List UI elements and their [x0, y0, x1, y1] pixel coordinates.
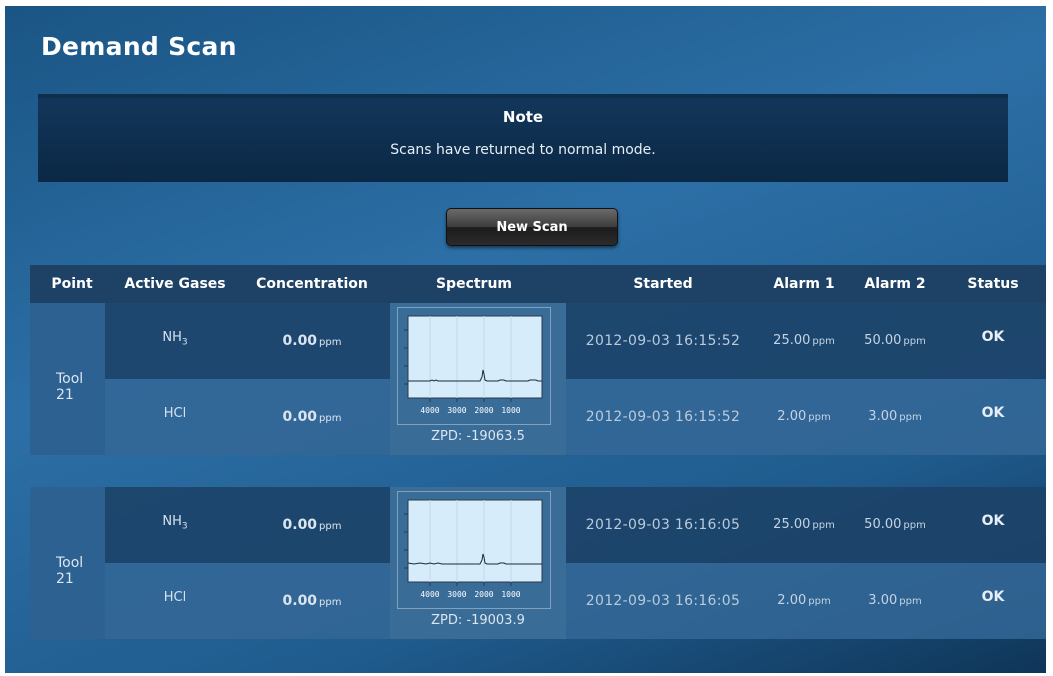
alarm-2-cell: 3.00 ppm — [868, 409, 922, 424]
status-cell: OK — [981, 589, 1005, 605]
point-label: Tool 21 — [56, 371, 84, 403]
zpd-label: ZPD: -19063.5 — [431, 429, 525, 444]
spectrum-tick-label: 3000 — [447, 406, 466, 415]
spectrum-tick-label: 4000 — [420, 590, 439, 599]
spectrum-cell[interactable]: 4000 3000 2000 1000 ZPD: -19003.9 — [390, 487, 566, 639]
column-header-active-gases: Active Gases — [124, 276, 226, 292]
spectrum-tick-label: 3000 — [447, 590, 466, 599]
column-header-alarm-1: Alarm 1 — [773, 276, 835, 292]
alarm-2-cell: 50.00 ppm — [864, 333, 926, 348]
started-cell: 2012-09-03 16:15:52 — [585, 409, 741, 425]
alarm-2-cell: 50.00 ppm — [864, 517, 926, 532]
started-cell: 2012-09-03 16:16:05 — [585, 593, 741, 609]
spectrum-tick-label: 1000 — [501, 406, 520, 415]
concentration-cell: 0.00 ppm — [282, 409, 342, 425]
started-cell: 2012-09-03 16:15:52 — [585, 333, 741, 349]
scan-group: NH3 0.00 ppm 2012-09-03 16:16:05 25.00 ppm… — [30, 487, 1046, 639]
column-header-status: Status — [967, 276, 1019, 292]
spectrum-plot: 4000 3000 2000 1000 — [404, 499, 543, 599]
spectrum-tick-label: 1000 — [501, 590, 520, 599]
alarm-1-cell: 2.00 ppm — [777, 593, 831, 608]
concentration-cell: 0.00 ppm — [282, 593, 342, 609]
spectrum-cell[interactable]: 4000 3000 2000 1000 ZPD: -19063.5 — [390, 303, 566, 455]
spectrum-tick-label: 2000 — [474, 590, 493, 599]
spectrum-tick-label: 2000 — [474, 406, 493, 415]
page-title: Demand Scan — [41, 32, 237, 61]
concentration-cell: 0.00 ppm — [282, 517, 342, 533]
point-label: Tool 21 — [56, 555, 84, 587]
concentration-cell: 0.00 ppm — [282, 333, 342, 349]
point-cell: Tool 21 — [30, 487, 105, 639]
spectrum-tick-label: 4000 — [420, 406, 439, 415]
alarm-1-cell: 25.00 ppm — [773, 517, 835, 532]
status-cell: OK — [981, 513, 1005, 529]
zpd-label: ZPD: -19003.9 — [431, 613, 525, 628]
note-title: Note — [502, 108, 544, 126]
spectrum-thumbnail[interactable]: 4000 3000 2000 1000 — [397, 491, 551, 609]
alarm-1-cell: 2.00 ppm — [777, 409, 831, 424]
column-header-alarm-2: Alarm 2 — [864, 276, 926, 292]
started-cell: 2012-09-03 16:16:05 — [585, 517, 741, 533]
status-cell: OK — [981, 405, 1005, 421]
alarm-1-cell: 25.00 ppm — [773, 333, 835, 348]
gas-cell: NH3 — [162, 330, 188, 348]
column-header-spectrum: Spectrum — [435, 276, 513, 292]
point-cell: Tool 21 — [30, 303, 105, 455]
spectrum-thumbnail[interactable]: 4000 3000 2000 1000 — [397, 307, 551, 425]
scan-group: NH3 0.00 ppm 2012-09-03 16:15:52 25.00 ppm… — [30, 303, 1046, 455]
alarm-2-cell: 3.00 ppm — [868, 593, 922, 608]
spectrum-plot: 4000 3000 2000 1000 — [404, 315, 543, 415]
table-header: Point Active Gases Concentration Spectru… — [30, 265, 1046, 303]
new-scan-button[interactable]: New Scan — [446, 208, 618, 246]
note-message: Scans have returned to normal mode. — [390, 142, 656, 158]
demand-scan-panel: Demand Scan Note Scans have returned to … — [5, 6, 1046, 673]
gas-cell: HCl — [163, 406, 187, 421]
status-cell: OK — [981, 329, 1005, 345]
column-header-point: Point — [51, 276, 93, 292]
column-header-concentration: Concentration — [256, 276, 368, 292]
gas-cell: HCl — [163, 590, 187, 605]
gas-cell: NH3 — [162, 514, 188, 532]
note-box: Note Scans have returned to normal mode. — [38, 94, 1008, 182]
column-header-started: Started — [633, 276, 693, 292]
